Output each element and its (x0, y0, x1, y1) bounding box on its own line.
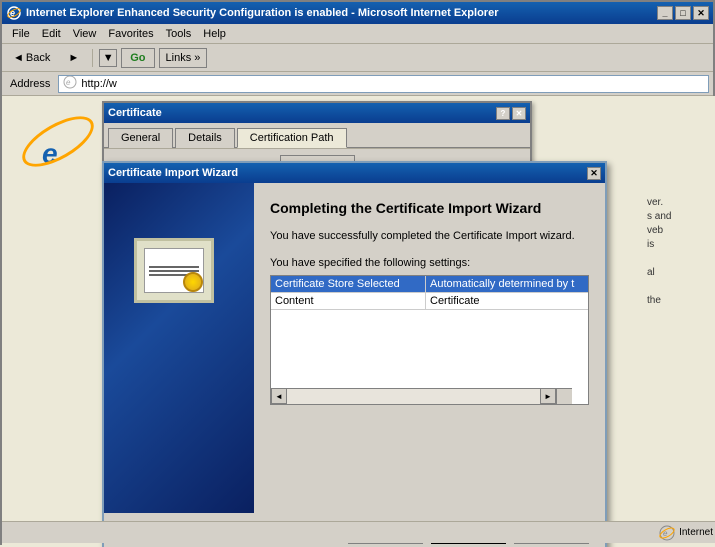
settings-table: Certificate Store Selected Automatically… (270, 275, 589, 405)
cert-tabs: General Details Certification Path (104, 123, 530, 148)
nav-dropdown[interactable]: ▼ (99, 49, 117, 67)
menu-edit[interactable]: Edit (36, 26, 67, 42)
toolbar: ◄ Back ► ▼ Go Links » (2, 44, 713, 72)
wizard-body: Completing the Certificate Import Wizard… (104, 183, 605, 513)
forward-icon: ► (68, 52, 79, 64)
table-cell-store-val: Automatically determined by t (426, 276, 588, 292)
svg-text:e: e (66, 78, 71, 87)
go-button[interactable]: Go (121, 48, 154, 68)
wizard-desc2: You have specified the following setting… (270, 257, 589, 269)
browser-window: e Internet Explorer Enhanced Security Co… (0, 0, 715, 545)
address-value: http://w (81, 78, 116, 90)
table-cell-store: Certificate Store Selected (271, 276, 426, 292)
cert-help-button[interactable]: ? (496, 107, 510, 120)
cert-titlebar-buttons: ? ✕ (496, 107, 526, 120)
close-button[interactable]: ✕ (693, 6, 709, 20)
right-side-text: ver. s and veb is al the (647, 196, 707, 308)
wizard-right-panel: Completing the Certificate Import Wizard… (254, 183, 605, 513)
table-row[interactable]: Certificate Store Selected Automatically… (271, 276, 588, 293)
right-text-line4: is (647, 238, 707, 252)
table-row[interactable]: Content Certificate (271, 293, 588, 310)
table-scrollbar: ◄ ► (271, 388, 572, 404)
wizard-background (104, 183, 254, 513)
wizard-left-panel (104, 183, 254, 513)
right-text-line5: al (647, 266, 707, 280)
table-cell-content-val: Certificate (426, 293, 588, 309)
cert-dialog-title: Certificate (108, 107, 496, 119)
settings-table-inner: Certificate Store Selected Automatically… (271, 276, 588, 310)
address-icon: e (63, 75, 77, 92)
wizard-dialog: Certificate Import Wizard ✕ (102, 161, 607, 547)
zone-label: Internet (679, 527, 713, 538)
browser-titlebar: e Internet Explorer Enhanced Security Co… (2, 2, 713, 24)
menu-tools[interactable]: Tools (160, 26, 198, 42)
wizard-heading: Completing the Certificate Import Wizard (270, 199, 589, 217)
back-button[interactable]: ◄ Back (6, 47, 57, 69)
menu-file[interactable]: File (6, 26, 36, 42)
wizard-title: Certificate Import Wizard (108, 167, 587, 179)
toolbar-separator (92, 49, 93, 67)
menubar: File Edit View Favorites Tools Help (2, 24, 713, 44)
cert-image (134, 238, 214, 303)
cert-seal (183, 272, 203, 292)
status-zone: e Internet (659, 525, 713, 541)
tab-details[interactable]: Details (175, 128, 235, 148)
right-text-line3: veb (647, 224, 707, 238)
scrollbar-left-button[interactable]: ◄ (271, 388, 287, 404)
maximize-button[interactable]: □ (675, 6, 691, 20)
scrollbar-right-button[interactable]: ► (540, 388, 556, 404)
menu-help[interactable]: Help (197, 26, 232, 42)
right-text-line1: ver. (647, 196, 707, 210)
addressbar: Address e http://w (2, 72, 713, 96)
table-cell-content: Content (271, 293, 426, 309)
right-text-line2: s and (647, 210, 707, 224)
cert-close-button[interactable]: ✕ (512, 107, 526, 120)
menu-favorites[interactable]: Favorites (102, 26, 159, 42)
wizard-titlebar: Certificate Import Wizard ✕ (104, 163, 605, 183)
cert-line-1 (149, 266, 199, 268)
cert-inner (144, 248, 204, 293)
wizard-desc1: You have successfully completed the Cert… (270, 229, 589, 244)
back-label: Back (26, 52, 50, 64)
tab-certification-path[interactable]: Certification Path (237, 128, 347, 148)
address-label: Address (6, 78, 54, 90)
forward-button[interactable]: ► (61, 47, 86, 69)
statusbar: e Internet (2, 521, 715, 543)
right-text-line6: the (647, 294, 707, 308)
titlebar-buttons: _ □ ✕ (657, 6, 709, 20)
minimize-button[interactable]: _ (657, 6, 673, 20)
cert-titlebar: Certificate ? ✕ (104, 103, 530, 123)
back-icon: ◄ (13, 52, 24, 64)
menu-view[interactable]: View (67, 26, 103, 42)
content-area: e ver. s and veb is al the Certificate ?… (2, 96, 715, 547)
scrollbar-right-side (556, 389, 572, 404)
wizard-close-button[interactable]: ✕ (587, 167, 601, 180)
internet-icon: e (659, 525, 675, 541)
ie-orbit (15, 106, 102, 176)
browser-title: Internet Explorer Enhanced Security Conf… (26, 7, 657, 19)
address-input[interactable]: e http://w (58, 75, 709, 93)
browser-icon: e (6, 5, 22, 21)
tab-general[interactable]: General (108, 128, 173, 148)
links-button[interactable]: Links » (159, 48, 208, 68)
scrollbar-track[interactable] (287, 389, 540, 404)
